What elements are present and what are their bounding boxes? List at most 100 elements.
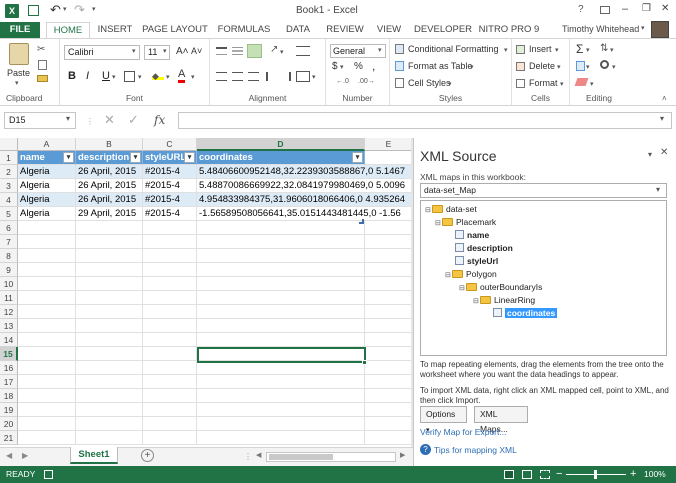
empty-cell[interactable] — [365, 417, 413, 431]
empty-cell[interactable] — [197, 249, 365, 263]
empty-cell[interactable] — [365, 431, 413, 445]
empty-cell[interactable] — [365, 235, 413, 249]
new-sheet-button[interactable]: + — [141, 449, 154, 462]
tab-home[interactable]: HOME — [46, 22, 90, 38]
currency-button[interactable]: $ — [332, 61, 338, 72]
font-name-dropdown-icon[interactable]: ▾ — [132, 47, 136, 55]
xml-tree[interactable]: ⊟ data-set ⊟ Placemark name description st… — [420, 200, 667, 356]
tree-node-description[interactable]: description — [455, 242, 513, 254]
fill-color-icon[interactable]: ◆ — [152, 70, 164, 81]
empty-cell[interactable] — [197, 221, 365, 235]
empty-cell[interactable] — [365, 249, 413, 263]
empty-cell[interactable] — [143, 305, 197, 319]
empty-cell[interactable] — [18, 319, 76, 333]
table-cell[interactable]: -1.56589508056641,35.0151443481445,0 -1.… — [197, 207, 401, 221]
autosum-icon[interactable]: Σ — [576, 42, 583, 56]
column-header-e[interactable]: E — [365, 138, 413, 151]
merge-center-icon[interactable] — [296, 71, 310, 82]
empty-cell[interactable] — [18, 347, 76, 361]
empty-cell[interactable] — [76, 221, 143, 235]
tips-link[interactable]: Tips for mapping XML — [434, 445, 517, 455]
tab-developer[interactable]: DEVELOPER — [412, 22, 474, 38]
table-cell[interactable]: 5.48870086669922,32.0841979980469,0 5.00… — [197, 179, 405, 193]
table-header-cell[interactable]: styleURL ▾ — [143, 151, 197, 165]
empty-cell[interactable] — [143, 235, 197, 249]
tree-node-linearring[interactable]: ⊟ LinearRing — [473, 294, 535, 306]
filter-dropdown-icon[interactable]: ▾ — [184, 152, 195, 163]
insert-cells-icon[interactable] — [516, 45, 525, 54]
pane-close-icon[interactable]: ✕ — [660, 147, 668, 158]
row-header[interactable]: 12 — [0, 305, 18, 319]
delete-cells-icon[interactable] — [516, 62, 525, 71]
empty-cell[interactable] — [18, 249, 76, 263]
active-cell-d15[interactable] — [197, 347, 366, 363]
expand-formula-bar-icon[interactable]: ▾ — [660, 114, 664, 123]
currency-dropdown-icon[interactable]: ▾ — [340, 63, 344, 71]
number-format-dropdown-icon[interactable]: ▾ — [378, 46, 382, 54]
empty-cell[interactable] — [76, 403, 143, 417]
empty-cell[interactable] — [197, 333, 365, 347]
empty-cell[interactable] — [197, 263, 365, 277]
empty-cell[interactable] — [365, 291, 413, 305]
empty-cell[interactable] — [365, 319, 413, 333]
empty-cell[interactable] — [76, 417, 143, 431]
row-header[interactable]: 17 — [0, 375, 18, 389]
empty-cell[interactable] — [365, 389, 413, 403]
increase-decimal-icon[interactable]: ←.0 — [336, 78, 349, 85]
hscroll-right-icon[interactable]: ▶ — [400, 451, 405, 459]
tab-file[interactable]: FILE — [0, 22, 40, 38]
empty-cell[interactable] — [143, 375, 197, 389]
row-header[interactable]: 4 — [0, 193, 18, 207]
empty-cell[interactable] — [365, 403, 413, 417]
prev-sheet-icon[interactable]: ◀ — [6, 451, 12, 460]
column-header-b[interactable]: B — [76, 138, 143, 151]
tree-node-polygon[interactable]: ⊟ Polygon — [445, 268, 497, 280]
normal-view-icon[interactable] — [504, 470, 514, 479]
paste-icon[interactable] — [9, 43, 29, 65]
save-icon[interactable] — [28, 5, 39, 16]
sheet-tab-split-icon[interactable]: ⋮ — [244, 452, 252, 461]
empty-cell[interactable] — [76, 305, 143, 319]
table-header-cell[interactable]: name ▾ — [18, 151, 76, 165]
tab-review[interactable]: REVIEW — [322, 22, 368, 38]
macro-record-icon[interactable] — [44, 470, 53, 479]
row-header[interactable]: 18 — [0, 389, 18, 403]
orientation-dropdown-icon[interactable]: ▾ — [280, 48, 284, 56]
column-header-c[interactable]: C — [143, 138, 197, 151]
empty-cell[interactable] — [143, 249, 197, 263]
row-header[interactable]: 13 — [0, 319, 18, 333]
conditional-formatting-dropdown-icon[interactable]: ▾ — [504, 46, 508, 54]
row-header[interactable]: 20 — [0, 417, 18, 431]
tree-node-coordinates[interactable]: coordinates — [493, 307, 558, 319]
bold-button[interactable]: B — [68, 70, 76, 82]
conditional-formatting-button[interactable]: Conditional Formatting — [408, 44, 499, 54]
page-layout-view-icon[interactable] — [522, 470, 532, 479]
xml-map-select[interactable]: data-set_Map — [420, 183, 667, 198]
user-name[interactable]: Timothy Whitehead — [562, 24, 639, 34]
format-as-table-button[interactable]: Format as Table — [408, 61, 472, 71]
empty-cell[interactable] — [76, 333, 143, 347]
delete-cells-button[interactable]: Delete — [529, 61, 555, 71]
undo-dropdown-icon[interactable]: ▾ — [63, 5, 67, 13]
insert-function-button[interactable]: fx — [154, 113, 165, 127]
copy-icon[interactable] — [38, 60, 47, 70]
align-top-icon[interactable] — [216, 47, 227, 55]
tree-node-data-set[interactable]: ⊟ data-set — [425, 203, 477, 215]
help-button[interactable]: ? — [578, 4, 584, 15]
page-break-view-icon[interactable] — [540, 470, 550, 479]
column-header-d[interactable]: D — [197, 138, 365, 151]
borders-icon[interactable] — [124, 71, 135, 82]
table-cell[interactable]: Algeria — [18, 165, 76, 179]
zoom-level[interactable]: 100% — [644, 466, 666, 483]
row-header[interactable]: 6 — [0, 221, 18, 235]
comma-button[interactable]: , — [372, 59, 375, 73]
empty-cell[interactable] — [18, 375, 76, 389]
table-cell[interactable]: 29 April, 2015 — [76, 207, 143, 221]
empty-cell[interactable] — [18, 221, 76, 235]
table-cell[interactable]: Algeria — [18, 179, 76, 193]
cut-icon[interactable]: ✂ — [37, 44, 45, 55]
formula-input[interactable] — [178, 112, 672, 129]
row-header[interactable]: 10 — [0, 277, 18, 291]
user-dropdown-icon[interactable]: ▾ — [641, 24, 645, 32]
fill-color-dropdown-icon[interactable]: ▾ — [166, 73, 170, 81]
